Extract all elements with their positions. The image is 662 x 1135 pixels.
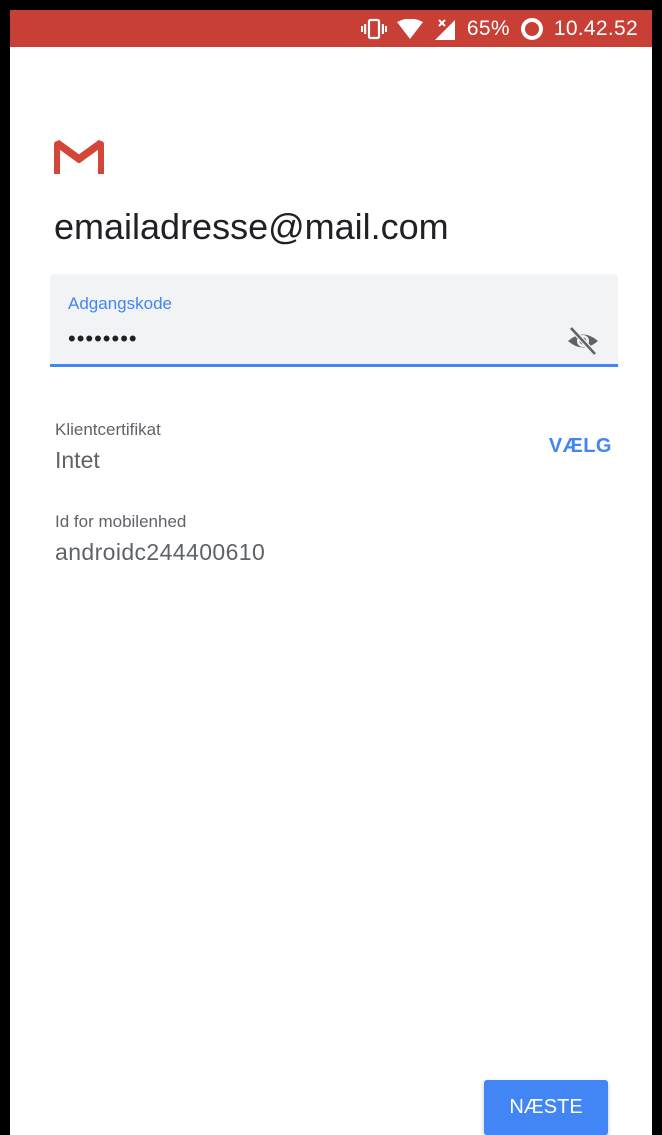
client-certificate-label: Klientcertifikat <box>55 420 161 439</box>
password-field[interactable]: Adgangskode •••••••• <box>50 274 618 367</box>
cellular-no-signal-icon <box>433 18 457 40</box>
device-id-value: androidc244400610 <box>55 539 266 565</box>
clock: 10.42.52 <box>553 16 638 40</box>
client-certificate-value: Intet <box>55 447 100 473</box>
next-button[interactable]: NÆSTE <box>484 1080 608 1135</box>
gmail-logo-icon <box>54 138 104 174</box>
account-email: emailadresse@mail.com <box>54 206 449 247</box>
password-input[interactable]: •••••••• <box>68 326 138 352</box>
wifi-icon <box>396 18 423 39</box>
vibrate-icon <box>360 18 387 40</box>
battery-icon <box>520 17 544 41</box>
choose-certificate-button[interactable]: VÆLG <box>549 435 612 458</box>
battery-percent: 65% <box>466 16 510 40</box>
visibility-off-icon[interactable] <box>566 324 600 358</box>
device-id-label: Id for mobilenhed <box>55 512 187 531</box>
status-bar: 65% 10.42.52 <box>10 10 652 47</box>
setup-screen: 65% 10.42.52 emailadresse@mail.com Adgan… <box>10 10 652 1135</box>
password-label: Adgangskode <box>68 294 172 313</box>
